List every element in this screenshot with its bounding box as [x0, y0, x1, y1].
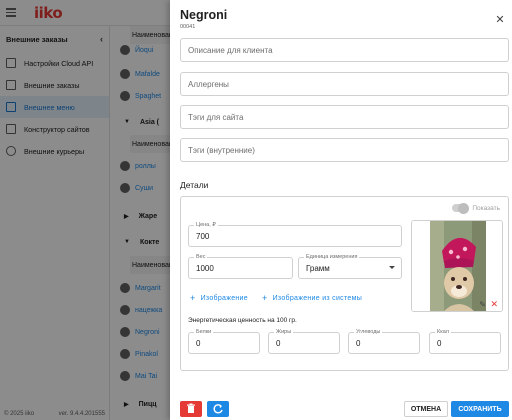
site-tags-field[interactable]: Тэги для сайта	[180, 105, 509, 129]
kcal-value: 0	[437, 338, 442, 348]
button-label: Изображение	[200, 294, 248, 302]
carbs-input[interactable]: Углеводы 0	[348, 329, 420, 354]
proteins-input[interactable]: Белки 0	[188, 329, 260, 354]
proteins-value: 0	[196, 338, 201, 348]
kcal-label: Ккал	[435, 329, 451, 336]
unit-label: Единица измерения	[304, 254, 360, 261]
edit-item-drawer: Negroni 00041 ✕ Описание для клиента Алл…	[170, 0, 512, 420]
field-placeholder: Описание для клиента	[188, 45, 273, 55]
plus-icon: +	[190, 293, 196, 303]
price-input[interactable]: Цена, ₽ 700	[188, 222, 402, 247]
item-photo: ✎ ✕	[411, 220, 503, 312]
dog-photo-image	[412, 221, 502, 311]
kcal-input[interactable]: Ккал 0	[429, 329, 501, 354]
price-label: Цена, ₽	[194, 222, 218, 229]
client-description-field[interactable]: Описание для клиента	[180, 38, 509, 62]
proteins-label: Белки	[194, 329, 214, 336]
carbs-label: Углеводы	[354, 329, 383, 336]
trash-icon	[187, 403, 195, 413]
drawer-title: Negroni	[180, 8, 228, 22]
fats-label: Жиры	[274, 329, 294, 336]
weight-label: Вес	[194, 254, 208, 261]
delete-image-icon[interactable]: ✕	[490, 299, 498, 310]
toggle-label: Показать	[472, 204, 500, 212]
edit-icon[interactable]: ✎	[479, 300, 486, 309]
fats-value: 0	[276, 338, 281, 348]
details-title: Детали	[180, 180, 209, 190]
unit-value: Грамм	[306, 263, 330, 273]
plus-icon: +	[262, 293, 268, 303]
energy-title: Энергетическая ценность на 100 гр.	[188, 317, 297, 324]
show-toggle[interactable]: Показать	[452, 202, 500, 214]
field-placeholder: Аллергены	[188, 79, 229, 89]
close-icon[interactable]: ✕	[494, 14, 506, 26]
allergens-field[interactable]: Аллергены	[180, 72, 509, 96]
internal-tags-field[interactable]: Тэги (внутренние)	[180, 138, 509, 162]
carbs-value: 0	[356, 338, 361, 348]
unit-select[interactable]: Единица измерения Грамм	[298, 254, 402, 279]
chevron-down-icon	[389, 266, 395, 269]
field-placeholder: Тэги для сайта	[188, 112, 244, 122]
toggle-knob	[458, 202, 470, 214]
weight-value: 1000	[196, 263, 214, 273]
save-button[interactable]: СОХРАНИТЬ	[451, 401, 509, 417]
weight-input[interactable]: Вес 1000	[188, 254, 293, 279]
toggle-switch[interactable]	[452, 202, 470, 214]
drawer-scroll-area[interactable]: Описание для клиента Аллергены Тэги для …	[170, 38, 512, 390]
drawer-actions: ОТМЕНА СОХРАНИТЬ	[170, 390, 512, 420]
price-value: 700	[196, 231, 210, 241]
add-image-button[interactable]: + Изображение	[190, 293, 248, 303]
details-card: Показать Цена, ₽ 700 Вес 1000 Единица из…	[180, 196, 509, 371]
add-image-from-system-button[interactable]: + Изображение из системы	[262, 293, 362, 303]
refresh-button[interactable]	[207, 401, 229, 417]
item-code: 00041	[180, 24, 196, 30]
app-root: iiko Внешние заказы ‹ Настройки Cloud AP…	[0, 0, 512, 420]
field-placeholder: Тэги (внутренние)	[188, 145, 255, 155]
fats-input[interactable]: Жиры 0	[268, 329, 340, 354]
cancel-button[interactable]: ОТМЕНА	[404, 401, 448, 417]
button-label: Изображение из системы	[272, 294, 363, 302]
refresh-icon	[213, 404, 223, 414]
delete-button[interactable]	[180, 401, 202, 417]
